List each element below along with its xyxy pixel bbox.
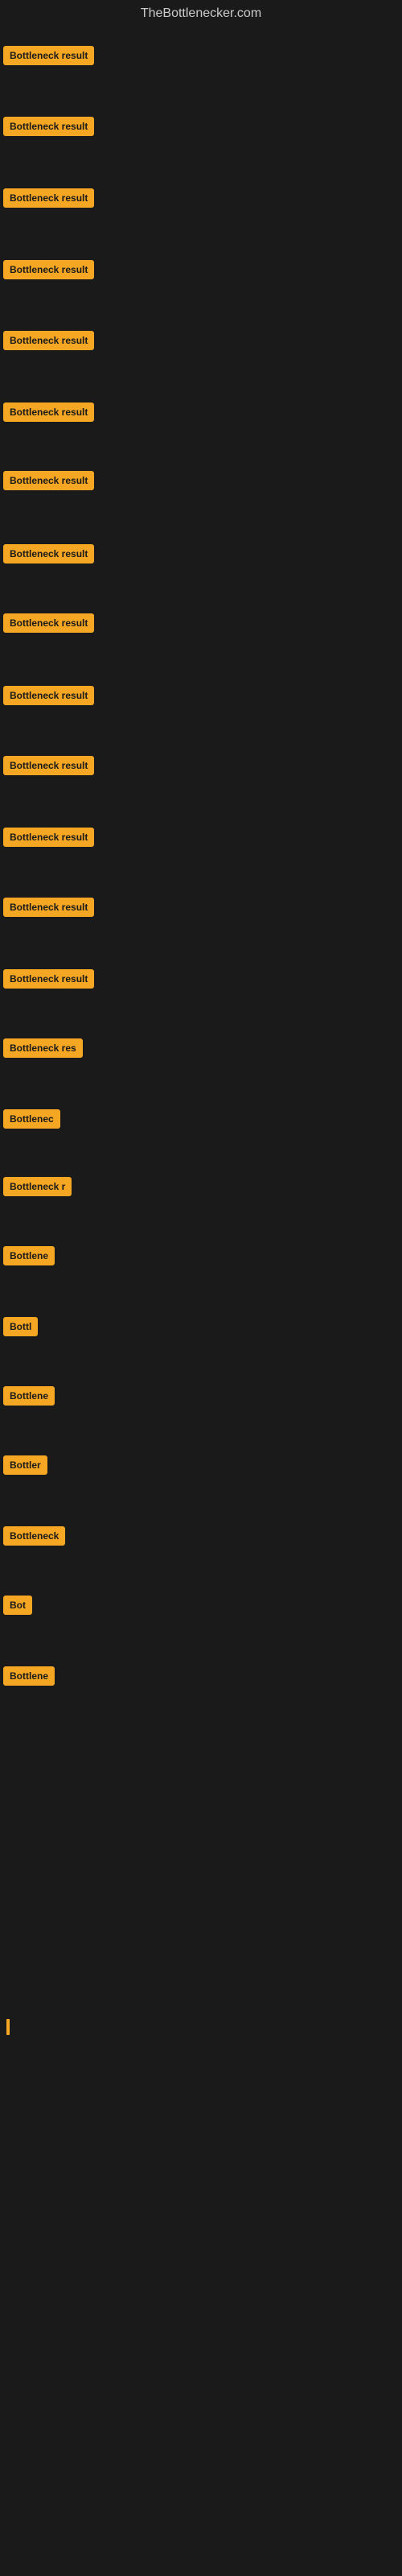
bottleneck-item: Bottleneck result [3, 898, 94, 917]
bottleneck-badge[interactable]: Bottleneck result [3, 117, 94, 136]
bottleneck-item: Bottleneck res [3, 1038, 83, 1062]
bottleneck-item: Bottleneck result [3, 331, 94, 350]
bottleneck-badge[interactable]: Bottleneck result [3, 898, 94, 917]
bottleneck-badge[interactable]: Bot [3, 1596, 32, 1615]
small-indicator [6, 2019, 10, 2035]
bottleneck-item: Bottleneck result [3, 117, 94, 136]
bottleneck-badge[interactable]: Bottleneck result [3, 544, 94, 564]
bottleneck-badge[interactable]: Bottlene [3, 1666, 55, 1686]
bottleneck-badge[interactable]: Bottleneck res [3, 1038, 83, 1058]
bottleneck-item: Bottlene [3, 1386, 55, 1410]
bottleneck-badge[interactable]: Bottleneck result [3, 260, 94, 279]
bottleneck-badge[interactable]: Bottlene [3, 1246, 55, 1265]
bottleneck-badge[interactable]: Bottleneck result [3, 686, 94, 705]
bottleneck-item: Bottleneck result [3, 756, 94, 775]
bottleneck-badge[interactable]: Bottleneck result [3, 331, 94, 350]
bottleneck-item: Bot [3, 1596, 32, 1619]
bottleneck-badge[interactable]: Bottlenec [3, 1109, 60, 1129]
bottleneck-item: Bottlene [3, 1666, 55, 1690]
bottleneck-badge[interactable]: Bottleneck result [3, 613, 94, 633]
bottleneck-item: Bottleneck result [3, 828, 94, 847]
bottleneck-badge[interactable]: Bottleneck r [3, 1177, 72, 1196]
bottleneck-item: Bottl [3, 1317, 38, 1340]
bottleneck-item: Bottleneck result [3, 686, 94, 705]
bottleneck-item: Bottleneck result [3, 188, 94, 208]
bottleneck-item: Bottleneck result [3, 46, 94, 65]
bottleneck-item: Bottleneck result [3, 613, 94, 633]
bottleneck-badge[interactable]: Bottleneck result [3, 402, 94, 422]
site-title: TheBottlenecker.com [0, 0, 402, 24]
bottleneck-badge[interactable]: Bottleneck result [3, 188, 94, 208]
bottleneck-badge[interactable]: Bottleneck result [3, 828, 94, 847]
bottleneck-badge[interactable]: Bottler [3, 1455, 47, 1475]
page-container: TheBottlenecker.com Bottleneck result Bot… [0, 0, 402, 2576]
bottleneck-item: Bottleneck result [3, 402, 94, 422]
bottleneck-badge[interactable]: Bottleneck result [3, 471, 94, 490]
bottleneck-item: Bottlene [3, 1246, 55, 1269]
bottleneck-item: Bottleneck r [3, 1177, 72, 1200]
bottleneck-badge[interactable]: Bottl [3, 1317, 38, 1336]
bottleneck-item: Bottleneck result [3, 969, 94, 989]
bottleneck-item: Bottleneck result [3, 544, 94, 564]
bottleneck-badge[interactable]: Bottleneck result [3, 969, 94, 989]
bottleneck-item: Bottleneck [3, 1526, 65, 1550]
bottleneck-item: Bottleneck result [3, 260, 94, 279]
bottleneck-badge[interactable]: Bottleneck result [3, 46, 94, 65]
bottleneck-badge[interactable]: Bottleneck [3, 1526, 65, 1546]
bottleneck-badge[interactable]: Bottlene [3, 1386, 55, 1406]
bottleneck-item: Bottleneck result [3, 471, 94, 490]
bottleneck-item: Bottlenec [3, 1109, 60, 1133]
bottleneck-badge[interactable]: Bottleneck result [3, 756, 94, 775]
bottleneck-item: Bottler [3, 1455, 47, 1479]
